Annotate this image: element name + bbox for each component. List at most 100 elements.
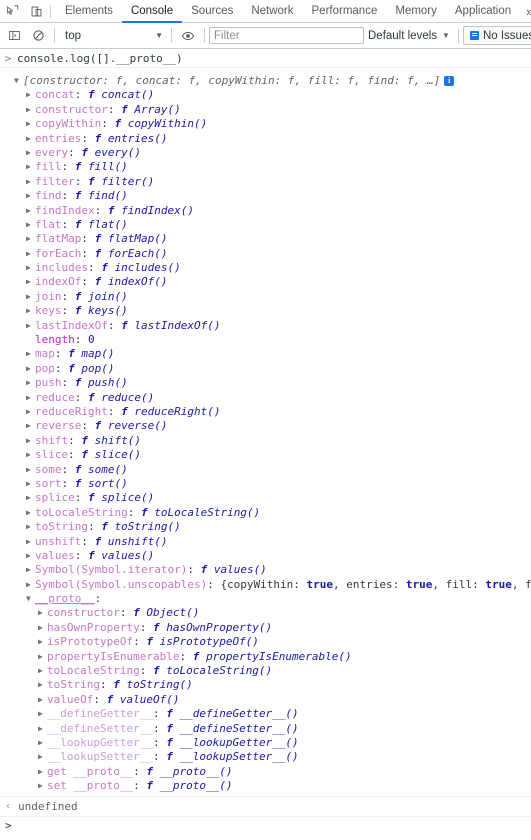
property-row[interactable]: ▶ filter: f filter() xyxy=(0,175,531,189)
expand-triangle-icon[interactable]: ▶ xyxy=(26,175,35,189)
property-row[interactable]: ▶ propertyIsEnumerable: f propertyIsEnume… xyxy=(0,650,531,664)
expand-triangle-icon[interactable]: ▶ xyxy=(26,247,35,261)
expand-triangle-icon[interactable]: ▶ xyxy=(38,606,47,620)
log-levels-select[interactable]: Default levels ▼ xyxy=(364,26,454,45)
expand-triangle-icon[interactable]: ▶ xyxy=(38,693,47,707)
tab-overflow-chevron-icon[interactable]: » xyxy=(520,1,531,22)
expand-triangle-icon[interactable]: ▶ xyxy=(26,304,35,318)
property-row[interactable]: ▶ find: f find() xyxy=(0,189,531,203)
property-row[interactable]: ▶ __lookupGetter__: f __lookupGetter__() xyxy=(0,736,531,750)
expand-triangle-icon[interactable]: ▶ xyxy=(38,650,47,664)
expand-triangle-icon[interactable]: ▼ xyxy=(14,74,23,88)
property-row[interactable]: ▶ isPrototypeOf: f isPrototypeOf() xyxy=(0,635,531,649)
expand-triangle-icon[interactable]: ▶ xyxy=(38,765,47,779)
expand-triangle-icon[interactable]: ▶ xyxy=(38,621,47,635)
expand-triangle-icon[interactable]: ▶ xyxy=(38,779,47,793)
expand-triangle-icon[interactable]: ▶ xyxy=(26,275,35,289)
tab-elements[interactable]: Elements xyxy=(56,1,122,22)
tab-console[interactable]: Console xyxy=(122,1,182,22)
property-row[interactable]: ▶ reverse: f reverse() xyxy=(0,419,531,433)
expand-triangle-icon[interactable]: ▶ xyxy=(26,520,35,534)
execution-context-select[interactable]: top ▼ xyxy=(59,26,167,45)
property-row[interactable]: ▶ toLocaleString: f toLocaleString() xyxy=(0,506,531,520)
property-row[interactable]: ▶ every: f every() xyxy=(0,146,531,160)
property-row[interactable]: ▶ forEach: f forEach() xyxy=(0,247,531,261)
expand-triangle-icon[interactable]: ▶ xyxy=(26,189,35,203)
expand-triangle-icon[interactable]: ▶ xyxy=(26,477,35,491)
property-row[interactable]: ▶ __lookupSetter__: f __lookupSetter__() xyxy=(0,750,531,764)
expand-triangle-icon[interactable]: ▶ xyxy=(26,405,35,419)
property-row[interactable]: ▶ pop: f pop() xyxy=(0,362,531,376)
tab-memory[interactable]: Memory xyxy=(386,1,446,22)
expand-triangle-icon[interactable]: ▶ xyxy=(26,448,35,462)
property-row[interactable]: ▶ constructor: f Object() xyxy=(0,606,531,620)
console-command-line[interactable]: > console.log([].__proto__) xyxy=(0,49,531,68)
proto-row[interactable]: ▼ __proto__: xyxy=(0,592,531,606)
property-row[interactable]: ▶ toString: f toString() xyxy=(0,678,531,692)
expand-triangle-icon[interactable]: ▶ xyxy=(26,391,35,405)
expand-triangle-icon[interactable]: ▶ xyxy=(26,160,35,174)
expand-triangle-icon[interactable]: ▶ xyxy=(26,376,35,390)
expand-triangle-icon[interactable]: ▶ xyxy=(26,535,35,549)
property-row[interactable]: ▶ shift: f shift() xyxy=(0,434,531,448)
property-row[interactable]: ▶ lastIndexOf: f lastIndexOf() xyxy=(0,319,531,333)
property-row[interactable]: ▶ splice: f splice() xyxy=(0,491,531,505)
property-row[interactable]: ▶length: 0 xyxy=(0,333,531,347)
expand-triangle-icon[interactable]: ▶ xyxy=(26,491,35,505)
expand-triangle-icon[interactable]: ▶ xyxy=(26,463,35,477)
expand-triangle-icon[interactable]: ▶ xyxy=(26,132,35,146)
property-row[interactable]: ▶ get __proto__: f __proto__() xyxy=(0,765,531,779)
property-row[interactable]: ▶ set __proto__: f __proto__() xyxy=(0,779,531,793)
property-row[interactable]: ▶ push: f push() xyxy=(0,376,531,390)
property-row[interactable]: ▶ flatMap: f flatMap() xyxy=(0,232,531,246)
expand-triangle-icon[interactable]: ▶ xyxy=(26,290,35,304)
info-icon[interactable]: i xyxy=(444,76,455,86)
property-row[interactable]: ▶ values: f values() xyxy=(0,549,531,563)
expand-triangle-icon[interactable]: ▶ xyxy=(26,218,35,232)
clear-console-icon[interactable] xyxy=(26,24,50,47)
property-row[interactable]: ▶ findIndex: f findIndex() xyxy=(0,204,531,218)
expand-triangle-icon[interactable]: ▶ xyxy=(26,117,35,131)
expand-triangle-icon[interactable]: ▶ xyxy=(38,736,47,750)
expand-triangle-icon[interactable]: ▶ xyxy=(38,722,47,736)
expand-triangle-icon[interactable]: ▶ xyxy=(26,103,35,117)
property-row[interactable]: ▶ hasOwnProperty: f hasOwnProperty() xyxy=(0,621,531,635)
expand-triangle-icon[interactable]: ▶ xyxy=(38,664,47,678)
expand-triangle-icon[interactable]: ▶ xyxy=(26,347,35,361)
expand-triangle-icon[interactable]: ▶ xyxy=(26,434,35,448)
console-input-prompt[interactable]: > xyxy=(0,817,531,835)
property-row[interactable]: ▶ valueOf: f valueOf() xyxy=(0,693,531,707)
property-row[interactable]: ▶ sort: f sort() xyxy=(0,477,531,491)
expand-triangle-icon-proto[interactable]: ▼ xyxy=(26,592,35,606)
property-row[interactable]: ▶ fill: f fill() xyxy=(0,160,531,174)
expand-triangle-icon[interactable]: ▶ xyxy=(26,578,35,592)
expand-triangle-icon[interactable]: ▶ xyxy=(38,635,47,649)
property-row[interactable]: ▶ toLocaleString: f toLocaleString() xyxy=(0,664,531,678)
expand-triangle-icon[interactable]: ▶ xyxy=(26,549,35,563)
expand-triangle-icon[interactable]: ▶ xyxy=(26,319,35,333)
property-row[interactable]: ▶ copyWithin: f copyWithin() xyxy=(0,117,531,131)
live-expression-eye-icon[interactable] xyxy=(176,24,200,47)
expand-triangle-icon[interactable]: ▶ xyxy=(26,419,35,433)
property-row[interactable]: ▶ toString: f toString() xyxy=(0,520,531,534)
expand-triangle-icon[interactable]: ▶ xyxy=(38,707,47,721)
console-sidebar-toggle-icon[interactable] xyxy=(2,24,26,47)
object-preview-header[interactable]: ▼ [constructor: f, concat: f, copyWithin:… xyxy=(0,74,531,88)
property-row[interactable]: ▶ keys: f keys() xyxy=(0,304,531,318)
console-filter-input[interactable] xyxy=(209,27,364,44)
property-row[interactable]: ▶ constructor: f Array() xyxy=(0,103,531,117)
expand-triangle-icon[interactable]: ▶ xyxy=(26,232,35,246)
device-toolbar-icon[interactable] xyxy=(24,1,48,22)
property-row[interactable]: ▶ __defineSetter__: f __defineSetter__() xyxy=(0,722,531,736)
property-row[interactable]: ▶ slice: f slice() xyxy=(0,448,531,462)
expand-triangle-icon[interactable]: ▶ xyxy=(26,88,35,102)
inspect-element-icon[interactable] xyxy=(0,1,24,22)
tab-network[interactable]: Network xyxy=(242,1,302,22)
expand-triangle-icon[interactable]: ▶ xyxy=(26,204,35,218)
expand-triangle-icon[interactable]: ▶ xyxy=(38,750,47,764)
property-row[interactable]: ▶ concat: f concat() xyxy=(0,88,531,102)
expand-triangle-icon[interactable]: ▶ xyxy=(26,362,35,376)
expand-triangle-icon[interactable]: ▶ xyxy=(26,146,35,160)
property-row[interactable]: ▶ flat: f flat() xyxy=(0,218,531,232)
property-row[interactable]: ▶ __defineGetter__: f __defineGetter__() xyxy=(0,707,531,721)
